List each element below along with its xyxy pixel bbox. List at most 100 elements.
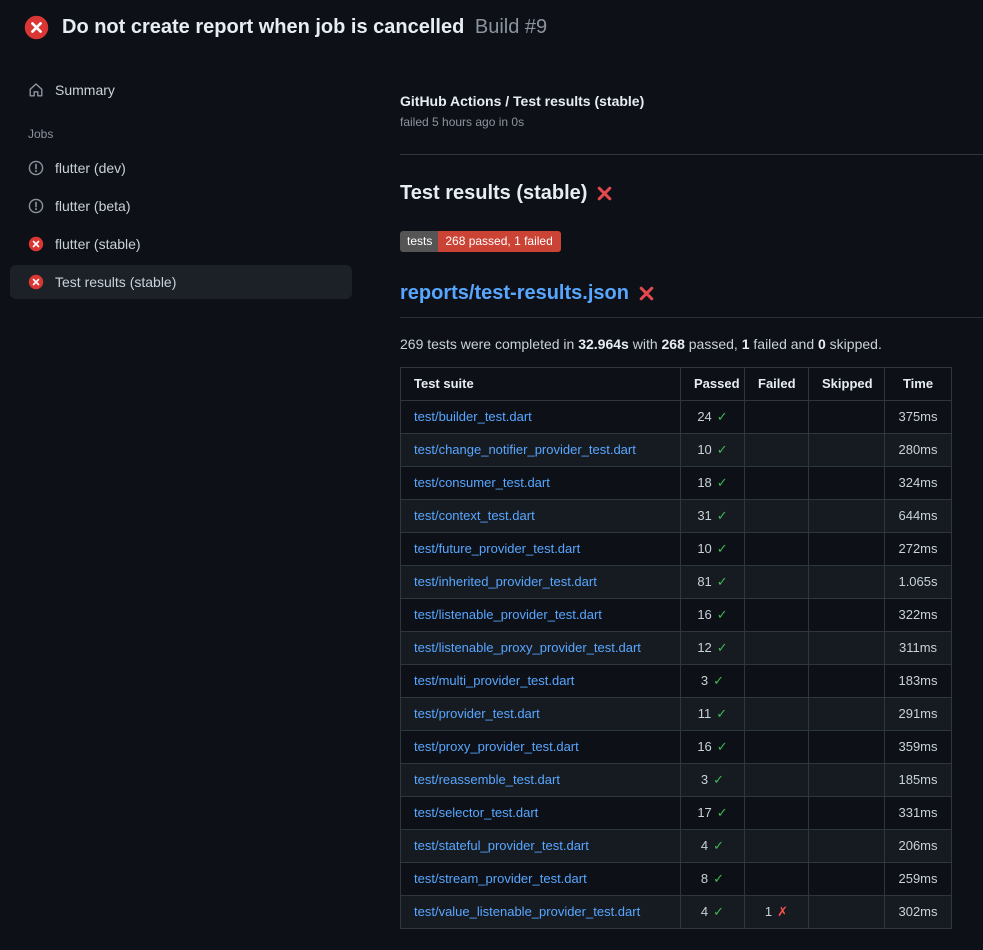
check-icon: ✓ bbox=[713, 871, 724, 886]
skipped-cell bbox=[809, 566, 885, 599]
time-cell: 359ms bbox=[885, 731, 952, 764]
test-suite-cell: test/future_provider_test.dart bbox=[401, 533, 681, 566]
test-suite-link[interactable]: test/proxy_provider_test.dart bbox=[414, 739, 579, 754]
x-icon bbox=[596, 185, 613, 202]
skipped-cell bbox=[809, 764, 885, 797]
failed-cell bbox=[745, 533, 809, 566]
table-row: test/change_notifier_provider_test.dart1… bbox=[401, 434, 952, 467]
test-suite-link[interactable]: test/consumer_test.dart bbox=[414, 475, 550, 490]
summary-total-time: 32.964s bbox=[578, 336, 629, 352]
column-header-failed: Failed bbox=[745, 368, 809, 401]
time-cell: 322ms bbox=[885, 599, 952, 632]
test-suite-link[interactable]: test/context_test.dart bbox=[414, 508, 535, 523]
summary-passed-count: 268 bbox=[662, 336, 685, 352]
count-value: 10 bbox=[697, 541, 711, 556]
summary-line: 269 tests were completed in 32.964s with… bbox=[400, 336, 951, 352]
failed-status-icon bbox=[28, 274, 44, 290]
failed-cell bbox=[745, 764, 809, 797]
test-suite-cell: test/stateful_provider_test.dart bbox=[401, 830, 681, 863]
test-suite-cell: test/listenable_proxy_provider_test.dart bbox=[401, 632, 681, 665]
badge-label: tests bbox=[400, 231, 438, 252]
test-suite-link[interactable]: test/value_listenable_provider_test.dart bbox=[414, 904, 640, 919]
divider bbox=[400, 154, 983, 155]
failed-cell bbox=[745, 566, 809, 599]
failed-cell bbox=[745, 797, 809, 830]
test-suite-link[interactable]: test/change_notifier_provider_test.dart bbox=[414, 442, 636, 457]
summary-text: passed, bbox=[685, 336, 742, 352]
time-cell: 324ms bbox=[885, 467, 952, 500]
check-icon: ✓ bbox=[717, 607, 728, 622]
sidebar-item-label: flutter (beta) bbox=[55, 198, 130, 214]
sidebar-item-flutter-stable[interactable]: flutter (stable) bbox=[10, 227, 352, 261]
skipped-cell bbox=[809, 599, 885, 632]
count-value: 8 bbox=[701, 871, 708, 886]
passed-cell: 4✓ bbox=[681, 896, 745, 929]
table-row: test/listenable_proxy_provider_test.dart… bbox=[401, 632, 952, 665]
table-row: test/value_listenable_provider_test.dart… bbox=[401, 896, 952, 929]
test-suite-link[interactable]: test/listenable_proxy_provider_test.dart bbox=[414, 640, 641, 655]
test-suite-link[interactable]: test/stream_provider_test.dart bbox=[414, 871, 587, 886]
test-suite-cell: test/selector_test.dart bbox=[401, 797, 681, 830]
check-icon: ✓ bbox=[717, 574, 728, 589]
summary-text: failed and bbox=[750, 336, 819, 352]
report-title: reports/test-results.json bbox=[400, 282, 983, 318]
skipped-cell bbox=[809, 797, 885, 830]
skipped-cell bbox=[809, 533, 885, 566]
time-cell: 280ms bbox=[885, 434, 952, 467]
count-value: 31 bbox=[697, 508, 711, 523]
test-suite-cell: test/reassemble_test.dart bbox=[401, 764, 681, 797]
passed-cell: 3✓ bbox=[681, 764, 745, 797]
failed-cell bbox=[745, 698, 809, 731]
skipped-cell bbox=[809, 698, 885, 731]
check-icon: ✓ bbox=[717, 409, 728, 424]
passed-cell: 24✓ bbox=[681, 401, 745, 434]
test-suite-link[interactable]: test/multi_provider_test.dart bbox=[414, 673, 574, 688]
sidebar-item-flutter-beta[interactable]: flutter (beta) bbox=[10, 189, 352, 223]
time-cell: 183ms bbox=[885, 665, 952, 698]
time-cell: 1.065s bbox=[885, 566, 952, 599]
test-suite-link[interactable]: test/inherited_provider_test.dart bbox=[414, 574, 597, 589]
test-suite-link[interactable]: test/selector_test.dart bbox=[414, 805, 538, 820]
passed-cell: 16✓ bbox=[681, 731, 745, 764]
sidebar-item-flutter-dev[interactable]: flutter (dev) bbox=[10, 151, 352, 185]
time-cell: 331ms bbox=[885, 797, 952, 830]
sidebar-item-test-results-stable[interactable]: Test results (stable) bbox=[10, 265, 352, 299]
test-suite-cell: test/listenable_provider_test.dart bbox=[401, 599, 681, 632]
table-row: test/selector_test.dart 17✓ 331ms bbox=[401, 797, 952, 830]
passed-cell: 8✓ bbox=[681, 863, 745, 896]
table-row: test/builder_test.dart24✓375ms bbox=[401, 401, 952, 434]
test-suite-link[interactable]: test/listenable_provider_test.dart bbox=[414, 607, 602, 622]
table-row: test/inherited_provider_test.dart81✓1.06… bbox=[401, 566, 952, 599]
failed-cell: 1✗ bbox=[745, 896, 809, 929]
failed-cell bbox=[745, 500, 809, 533]
count-value: 1 bbox=[765, 904, 772, 919]
summary-text: 269 tests were completed in bbox=[400, 336, 578, 352]
count-value: 3 bbox=[701, 673, 708, 688]
test-suite-cell: test/context_test.dart bbox=[401, 500, 681, 533]
section-title-text: Test results (stable) bbox=[400, 182, 587, 205]
run-meta: failed 5 hours ago in 0s bbox=[400, 115, 951, 129]
test-suite-link[interactable]: test/future_provider_test.dart bbox=[414, 541, 580, 556]
column-header-test-suite: Test suite bbox=[401, 368, 681, 401]
page-title: Do not create report when job is cancell… bbox=[62, 16, 547, 39]
column-header-skipped: Skipped bbox=[809, 368, 885, 401]
passed-cell: 18✓ bbox=[681, 467, 745, 500]
table-row: test/future_provider_test.dart10✓272ms bbox=[401, 533, 952, 566]
time-cell: 291ms bbox=[885, 698, 952, 731]
sidebar-item-summary[interactable]: Summary bbox=[10, 73, 352, 107]
test-suite-link[interactable]: test/builder_test.dart bbox=[414, 409, 532, 424]
passed-cell: 17✓ bbox=[681, 797, 745, 830]
x-icon bbox=[638, 285, 655, 302]
table-row: test/consumer_test.dart 18✓ 324ms bbox=[401, 467, 952, 500]
test-suite-link[interactable]: test/stateful_provider_test.dart bbox=[414, 838, 589, 853]
table-row: test/multi_provider_test.dart3✓183ms bbox=[401, 665, 952, 698]
test-suite-cell: test/builder_test.dart bbox=[401, 401, 681, 434]
skipped-cell bbox=[809, 731, 885, 764]
test-suite-link[interactable]: test/reassemble_test.dart bbox=[414, 772, 560, 787]
test-suite-link[interactable]: test/provider_test.dart bbox=[414, 706, 540, 721]
jobs-section-label: Jobs bbox=[10, 111, 352, 151]
failed-cell bbox=[745, 830, 809, 863]
test-suite-cell: test/value_listenable_provider_test.dart bbox=[401, 896, 681, 929]
report-link[interactable]: reports/test-results.json bbox=[400, 282, 629, 305]
sidebar-item-label: Summary bbox=[55, 82, 115, 98]
